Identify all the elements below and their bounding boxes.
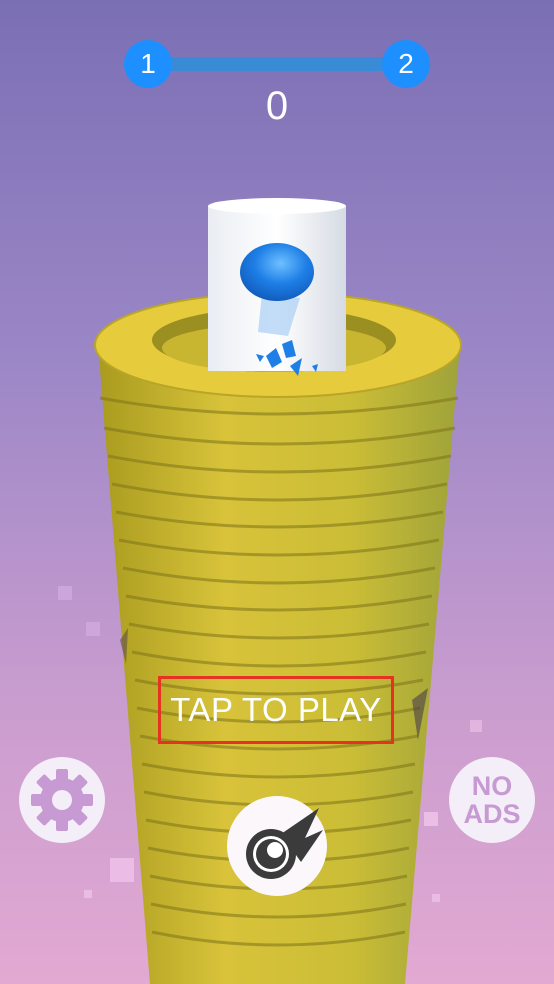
next-level-badge: 2 xyxy=(382,40,430,88)
ball-select-button[interactable] xyxy=(227,796,327,896)
tap-to-play-prompt[interactable]: TAP TO PLAY xyxy=(158,676,394,744)
gear-icon xyxy=(31,769,93,831)
player-ball xyxy=(240,243,314,301)
settings-button[interactable] xyxy=(19,757,105,843)
level-progress: 1 2 xyxy=(124,40,430,88)
score: 0 xyxy=(265,84,289,128)
current-level-badge: 1 xyxy=(124,40,172,88)
level-progress-track xyxy=(148,57,406,71)
no-ads-label-line2: ADS xyxy=(463,799,521,829)
no-ads-button[interactable]: NO ADS xyxy=(449,757,535,843)
no-ads-label-line1: NO xyxy=(471,771,513,801)
ball-icon xyxy=(246,808,323,879)
